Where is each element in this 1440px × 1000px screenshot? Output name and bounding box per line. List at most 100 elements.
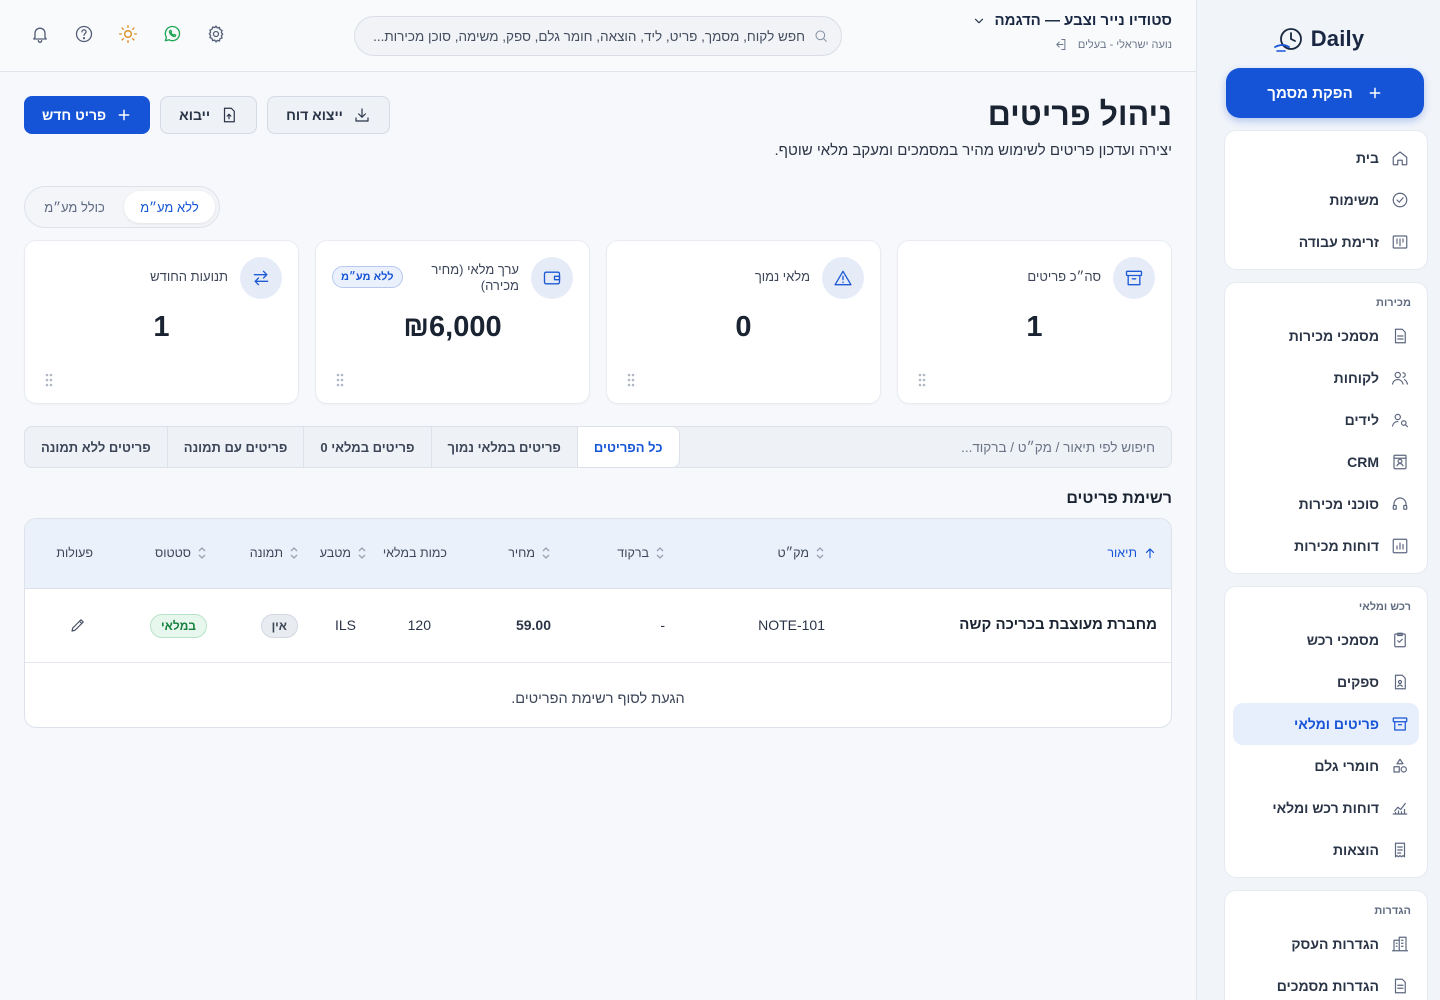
status-badge: במלאי bbox=[150, 614, 207, 638]
card-icon bbox=[531, 257, 573, 299]
sort-icon bbox=[198, 547, 206, 559]
sort-icon bbox=[358, 547, 366, 559]
stat-card-low-stock: מלאי נמוך 0 bbox=[606, 240, 881, 404]
items-search[interactable] bbox=[637, 426, 1172, 468]
sidebar-item-sales-documents[interactable]: מסמכי מכירות bbox=[1233, 315, 1419, 357]
sidebar-item-items-inventory[interactable]: פריטים ומלאי bbox=[1233, 703, 1419, 745]
filter-zero-stock[interactable]: פריטים במלאי 0 bbox=[303, 427, 430, 467]
stat-cards: סה״כ פריטים 1 מלאי נמוך 0 ערך מלאי (מחיר… bbox=[24, 240, 1172, 404]
drag-handle-icon[interactable] bbox=[627, 373, 635, 387]
list-end-note: הגעת לסוף רשימת הפריטים. bbox=[511, 691, 685, 707]
business-switcher[interactable]: סטודיו נייר וצבע — הדגמה נועה ישראלי - ב… bbox=[972, 12, 1172, 52]
sidebar-item-label: CRM bbox=[1347, 454, 1379, 470]
new-item-label: פריט חדש bbox=[42, 107, 107, 123]
sidebar-item-label: מסמכי מכירות bbox=[1288, 328, 1379, 344]
sidebar-item-label: חומרי גלם bbox=[1314, 758, 1379, 774]
vat-toggle-without[interactable]: ללא מע״מ bbox=[124, 191, 215, 223]
logo[interactable]: Daily bbox=[1209, 0, 1428, 68]
column-label: תמונה bbox=[249, 546, 283, 560]
file-settings-icon bbox=[1394, 978, 1406, 994]
sidebar-item-raw-materials[interactable]: חומרי גלם bbox=[1233, 745, 1419, 787]
search-icon bbox=[815, 30, 827, 42]
table-row[interactable]: מחברת מעוצבת בכריכה קשה NOTE-101 - 59.00… bbox=[25, 589, 1171, 663]
column-label: תיאור bbox=[1107, 546, 1137, 560]
bar-chart-icon bbox=[1392, 538, 1408, 554]
business-name: סטודיו נייר וצבע — הדגמה bbox=[994, 12, 1172, 29]
sidebar-item-label: משימות bbox=[1329, 192, 1379, 208]
sidebar-item-customers[interactable]: לקוחות bbox=[1233, 357, 1419, 399]
drag-handle-icon[interactable] bbox=[918, 373, 926, 387]
sun-icon[interactable] bbox=[118, 24, 138, 44]
supplier-file-icon bbox=[1394, 674, 1406, 690]
column-header-sku[interactable]: מק״ט bbox=[777, 546, 825, 560]
download-icon bbox=[355, 108, 369, 122]
sidebar-item-sales-agents[interactable]: סוכני מכירות bbox=[1233, 483, 1419, 525]
filter-low-stock[interactable]: פריטים במלאי נמוך bbox=[430, 427, 577, 467]
edit-pencil-icon[interactable] bbox=[69, 616, 87, 634]
sidebar-item-purchase-documents[interactable]: מסמכי רכש bbox=[1233, 619, 1419, 661]
sort-ascending-icon bbox=[1145, 548, 1155, 559]
import-button[interactable]: ייבוא bbox=[160, 96, 258, 134]
sidebar-item-expenses[interactable]: הוצאות bbox=[1233, 829, 1419, 871]
column-header-price[interactable]: מחיר bbox=[508, 546, 551, 560]
wallet-icon bbox=[543, 271, 561, 285]
bell-icon[interactable] bbox=[30, 24, 50, 44]
column-header-actions: פעולות bbox=[56, 546, 93, 560]
vat-badge: ללא מע״מ bbox=[332, 266, 403, 288]
vat-toggle-with[interactable]: כולל מע״מ bbox=[29, 191, 120, 223]
stat-value: 1 bbox=[153, 311, 170, 343]
stat-value: 0 bbox=[735, 311, 752, 343]
sidebar-item-crm[interactable]: CRM bbox=[1233, 441, 1419, 483]
sidebar: Daily הפקת מסמך בית משימות זרימת עבודה מ… bbox=[1196, 0, 1440, 1000]
line-chart-icon bbox=[1392, 802, 1408, 815]
sidebar-item-leads[interactable]: לידים bbox=[1233, 399, 1419, 441]
export-report-button[interactable]: ייצוא דוח bbox=[267, 96, 390, 134]
cell-currency: ILS bbox=[334, 617, 356, 633]
drag-handle-icon[interactable] bbox=[45, 373, 53, 387]
contact-card-icon bbox=[1393, 454, 1407, 470]
document-icon bbox=[1394, 328, 1406, 344]
create-document-button[interactable]: הפקת מסמך bbox=[1226, 68, 1424, 118]
sidebar-item-home[interactable]: בית bbox=[1233, 137, 1419, 179]
sort-icon bbox=[542, 547, 550, 559]
items-search-input[interactable] bbox=[675, 439, 1155, 455]
column-header-description[interactable]: תיאור bbox=[1107, 546, 1157, 560]
new-item-button[interactable]: פריט חדש bbox=[24, 96, 151, 134]
drag-handle-icon[interactable] bbox=[336, 373, 344, 387]
nav-group-main: בית משימות זרימת עבודה bbox=[1224, 130, 1428, 270]
sidebar-item-suppliers[interactable]: ספקים bbox=[1233, 661, 1419, 703]
column-header-image[interactable]: תמונה bbox=[250, 546, 299, 560]
cell-description: מחברת מעוצבת בכריכה קשה bbox=[959, 616, 1157, 633]
sidebar-item-sales-reports[interactable]: דוחות מכירות bbox=[1233, 525, 1419, 567]
sidebar-item-label: הגדרות מסמכים bbox=[1276, 978, 1379, 994]
archive-box-icon bbox=[1392, 717, 1408, 731]
sidebar-item-workflow[interactable]: זרימת עבודה bbox=[1233, 221, 1419, 263]
global-search[interactable] bbox=[354, 16, 842, 56]
whatsapp-icon[interactable] bbox=[162, 24, 182, 44]
column-header-status[interactable]: סטטוס bbox=[155, 546, 207, 560]
filter-without-image[interactable]: פריטים ללא תמונה bbox=[25, 427, 167, 467]
global-search-input[interactable] bbox=[367, 28, 805, 44]
logo-text: Daily bbox=[1310, 26, 1365, 51]
gear-icon[interactable] bbox=[206, 24, 226, 44]
help-icon[interactable] bbox=[74, 24, 94, 44]
sidebar-item-label: ספקים bbox=[1337, 674, 1379, 690]
stat-label: סה״כ פריטים bbox=[1027, 269, 1101, 284]
sidebar-item-label: הגדרות העסק bbox=[1291, 936, 1379, 952]
column-header-currency[interactable]: מטבע bbox=[320, 546, 367, 560]
filter-all-items[interactable]: כל הפריטים bbox=[576, 427, 679, 467]
column-label: מחיר bbox=[508, 546, 535, 560]
sidebar-item-label: מסמכי רכש bbox=[1306, 632, 1379, 648]
filter-with-image[interactable]: פריטים עם תמונה bbox=[166, 427, 304, 467]
column-header-barcode[interactable]: ברקוד bbox=[617, 546, 665, 560]
logout-icon[interactable] bbox=[1053, 37, 1068, 52]
home-icon bbox=[1392, 151, 1408, 166]
card-icon bbox=[240, 257, 282, 299]
sidebar-item-inventory-reports[interactable]: דוחות רכש ומלאי bbox=[1233, 787, 1419, 829]
sidebar-item-business-settings[interactable]: הגדרות העסק bbox=[1233, 923, 1419, 965]
warning-triangle-icon bbox=[834, 270, 852, 286]
sidebar-item-tasks[interactable]: משימות bbox=[1233, 179, 1419, 221]
chevron-down-icon bbox=[975, 18, 984, 23]
check-circle-icon bbox=[1392, 192, 1408, 208]
sidebar-item-document-settings[interactable]: הגדרות מסמכים bbox=[1233, 965, 1419, 1000]
